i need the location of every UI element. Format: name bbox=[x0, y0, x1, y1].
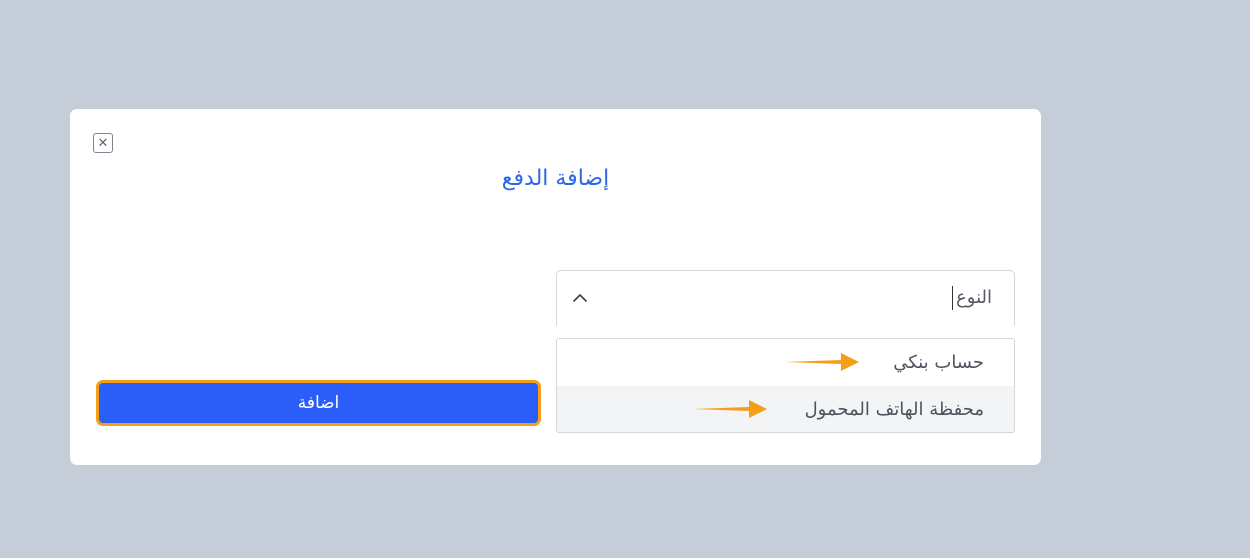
option-label: محفظة الهاتف المحمول bbox=[804, 399, 984, 420]
add-button-label: اضافة bbox=[297, 393, 340, 413]
chevron-up-icon[interactable] bbox=[571, 289, 589, 307]
type-select-value[interactable]: النوع bbox=[952, 286, 992, 310]
add-button[interactable]: اضافة bbox=[96, 380, 541, 426]
add-payment-dialog: ✕ إضافة الدفع النوع حساب بنكي محفظة الها… bbox=[70, 109, 1041, 465]
dialog-title: إضافة الدفع bbox=[501, 166, 610, 191]
annotation-arrow-icon bbox=[785, 353, 859, 371]
close-icon: ✕ bbox=[97, 135, 109, 151]
type-select[interactable]: النوع bbox=[556, 270, 1015, 326]
annotation-arrow-icon bbox=[693, 400, 767, 418]
type-options-list: حساب بنكي محفظة الهاتف المحمول bbox=[556, 338, 1015, 433]
close-button[interactable]: ✕ bbox=[93, 133, 113, 153]
option-bank-account[interactable]: حساب بنكي bbox=[557, 339, 1014, 386]
option-label: حساب بنكي bbox=[893, 352, 984, 373]
option-mobile-wallet[interactable]: محفظة الهاتف المحمول bbox=[557, 386, 1014, 432]
